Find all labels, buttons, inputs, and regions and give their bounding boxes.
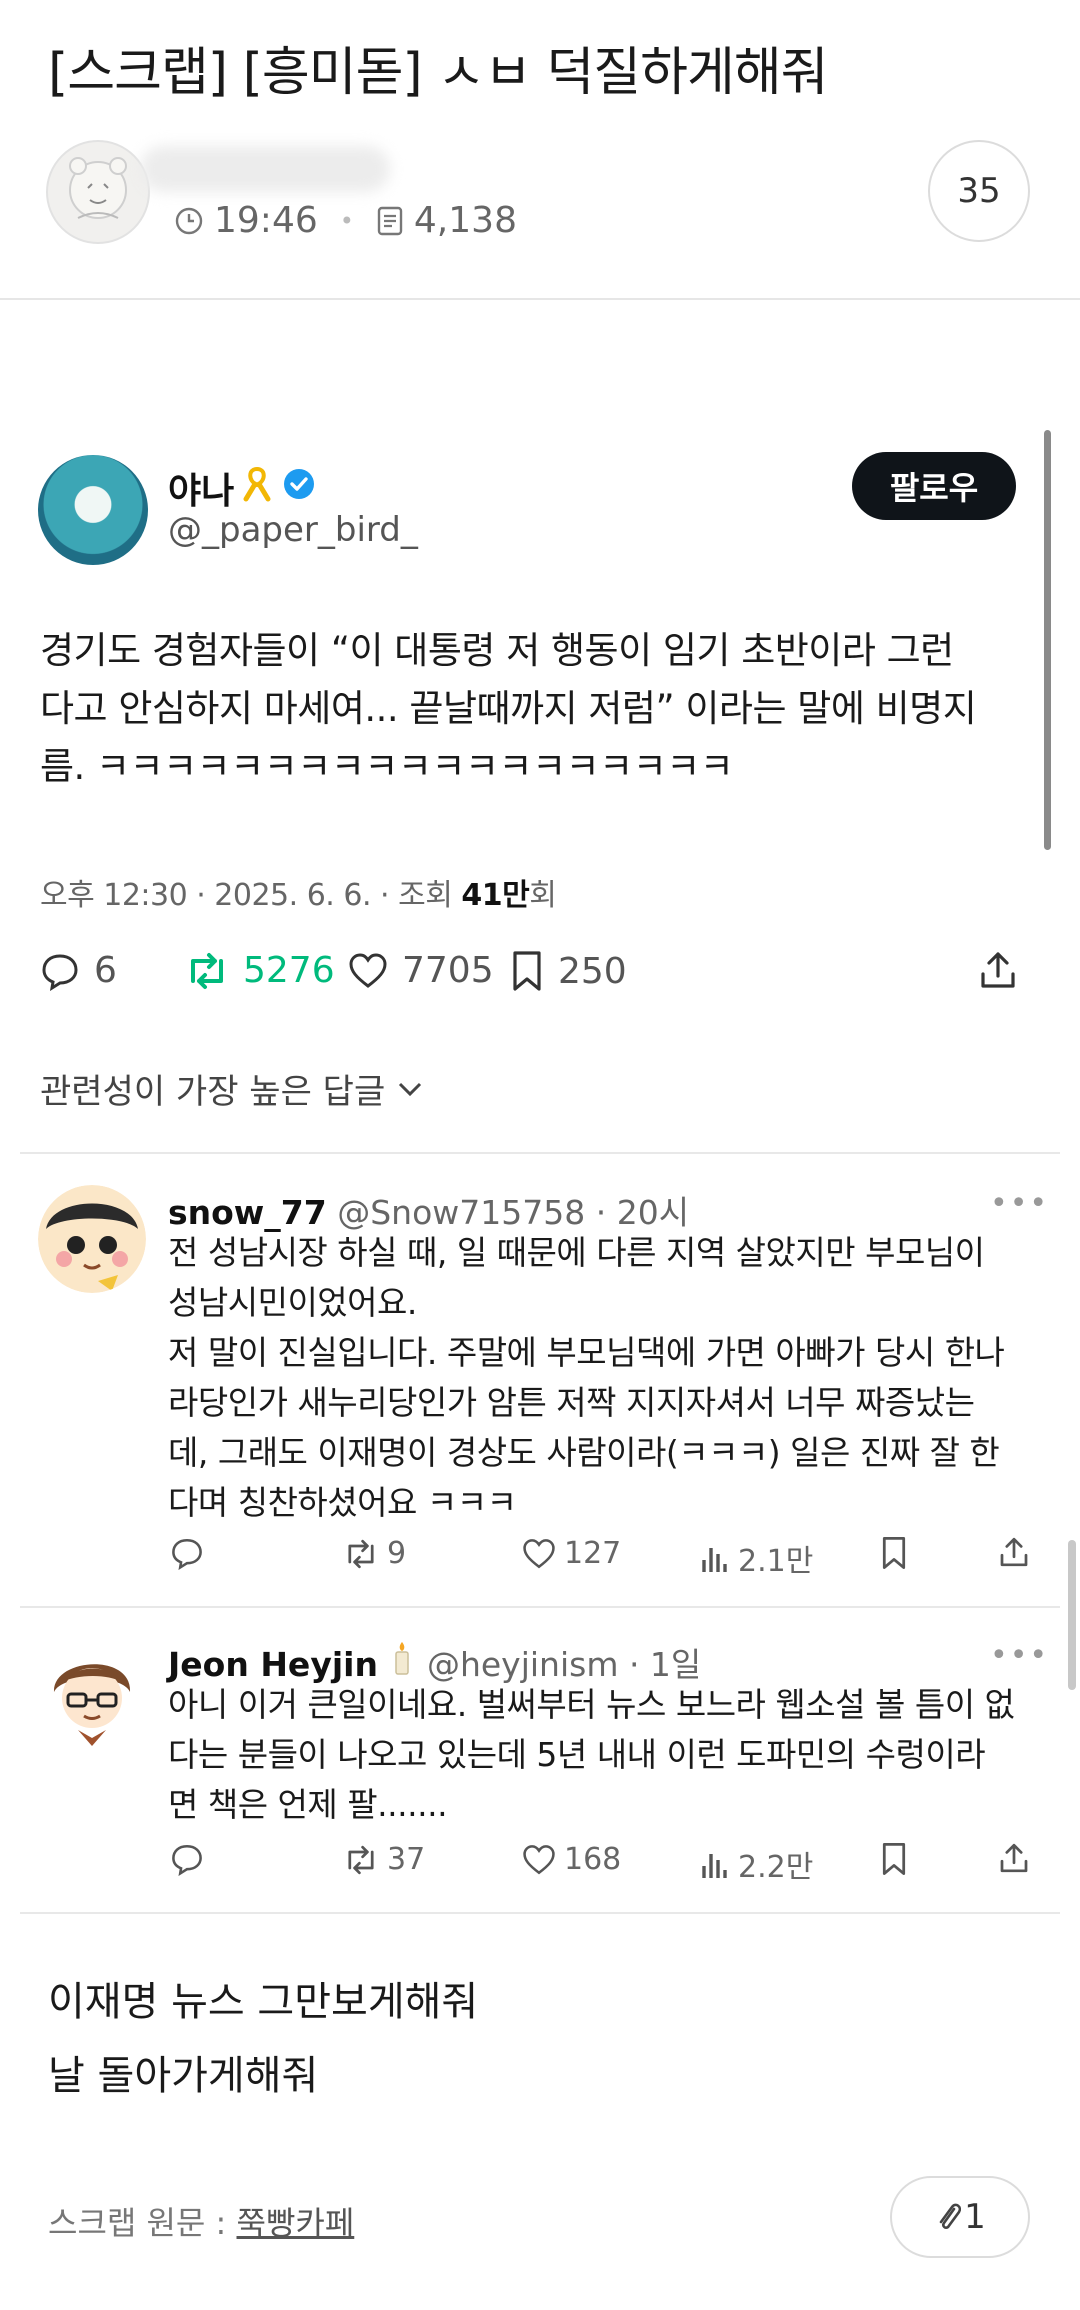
tweet-timestamp: 오후 12:30 · 2025. 6. 6. · 조회: [40, 878, 462, 913]
views-button[interactable]: 2.2만: [700, 1842, 813, 1886]
share-button[interactable]: [998, 1536, 1038, 1568]
share-icon: [981, 952, 1015, 988]
reply-icon: [42, 953, 78, 991]
reply-author-handle[interactable]: @heyjinism · 1일: [427, 1645, 701, 1684]
bookmark-icon: [882, 1843, 906, 1875]
like-button[interactable]: 168: [522, 1842, 621, 1877]
reply-actions: 37 168 2.2만: [168, 1842, 1048, 1886]
heart-icon: [523, 1538, 555, 1568]
heart-icon: [349, 952, 387, 988]
retweet-icon: [191, 952, 223, 989]
embed-scrollbar[interactable]: [1044, 430, 1051, 850]
share-icon: [1000, 1537, 1028, 1567]
tweet-body-line: 다고 안심하지 마세여... 끝날때까지 저럼” 이라는 말에 비명지: [40, 687, 977, 730]
bookmark-icon: [882, 1537, 906, 1569]
retweet-button[interactable]: 9: [343, 1536, 406, 1571]
sort-label: 관련성이 가장 높은 답글: [40, 1072, 386, 1112]
reply-avatar[interactable]: [38, 1638, 146, 1746]
divider: [20, 1912, 1060, 1914]
post-meta: 19:46 • 4,138: [174, 200, 517, 241]
tweet-author-name-text: 야나: [168, 471, 235, 512]
glasses-avatar-icon: [38, 1638, 146, 1746]
bookmark-icon: [513, 951, 541, 991]
reply-actions: 9 127 2.1만: [168, 1536, 1048, 1580]
reply-button[interactable]: [170, 1536, 212, 1570]
reply-avatar[interactable]: [38, 1185, 146, 1293]
sort-dropdown[interactable]: 관련성이 가장 높은 답글: [40, 1064, 427, 1113]
tweet-actions: 6 5276 7705 250: [40, 950, 1040, 1010]
reply-icon: [172, 1538, 202, 1570]
reply-author-name[interactable]: Jeon Heyjin: [168, 1645, 378, 1684]
tweet-view-count: 41만: [461, 878, 530, 913]
reply-header: Jeon Heyjin @heyjinism · 1일: [168, 1638, 701, 1686]
source-link[interactable]: 쭉빵카페: [237, 2204, 355, 2242]
candle-emoji-icon: [388, 1642, 416, 1684]
attachment-button[interactable]: 1: [890, 2176, 1030, 2258]
paperclip-icon: [939, 2203, 962, 2229]
bookmark-button[interactable]: [880, 1842, 916, 1876]
bar-chart-icon: [702, 1548, 727, 1572]
bookmark-button[interactable]: [880, 1536, 916, 1570]
reply-author-handle[interactable]: @Snow715758 · 20시: [337, 1193, 689, 1232]
yellow-ribbon-icon: [242, 465, 272, 512]
tweet-meta: 오후 12:30 · 2025. 6. 6. · 조회 41만회: [40, 878, 557, 913]
share-button[interactable]: [978, 950, 1032, 990]
post-title: [스크랩] [흥미돋] ㅅㅂ 덕질하게해줘: [48, 43, 828, 103]
clock-icon: [174, 206, 204, 236]
retweet-icon: [348, 1845, 374, 1874]
chevron-down-icon: [399, 1082, 422, 1096]
bar-chart-icon: [702, 1854, 727, 1878]
divider: [20, 1152, 1060, 1154]
like-button[interactable]: 7705: [348, 950, 494, 991]
attachment-count: 1: [964, 2197, 986, 2237]
scrap-source: 스크랩 원문 : 쭉빵카페: [48, 2198, 354, 2244]
bookmark-button[interactable]: 250: [510, 950, 627, 992]
reply-button[interactable]: 6: [40, 950, 117, 991]
heart-icon: [523, 1844, 555, 1874]
post-closing-text: 이재명 뉴스 그만보게해줘 날 돌아가게해줘: [48, 1979, 479, 2099]
follow-button[interactable]: 팔로우: [852, 452, 1016, 520]
retweet-button[interactable]: 5276: [185, 950, 335, 991]
post-time: 19:46: [214, 200, 318, 241]
tweet-author-handle[interactable]: @_paper_bird_: [168, 510, 418, 550]
bear-avatar-icon: [69, 157, 127, 219]
page: [스크랩] [흥미돋] ㅅㅂ 덕질하게해줘 19:46 • 4,138 35 야…: [0, 0, 1080, 2310]
post-views: 4,138: [413, 200, 517, 241]
tweet-author-name[interactable]: 야나: [168, 462, 316, 514]
share-button[interactable]: [998, 1842, 1038, 1874]
tweet-author-avatar[interactable]: [38, 455, 148, 565]
header-divider: [0, 298, 1080, 300]
reply-author-name[interactable]: snow_77: [168, 1193, 327, 1232]
tweet-body: 경기도 경험자들이 “이 대통령 저 행동이 임기 초반이라 그런 다고 안심하…: [40, 622, 1030, 796]
cartoon-face-avatar-icon: [38, 1185, 146, 1293]
author-avatar[interactable]: [46, 140, 150, 244]
divider: [20, 1606, 1060, 1608]
more-options-icon[interactable]: •••: [990, 1638, 1049, 1673]
tweet-body-line: 경기도 경험자들이 “이 대통령 저 행동이 임기 초반이라 그런: [40, 629, 954, 672]
reply-text: 아니 이거 큰일이네요. 벌써부터 뉴스 보느라 웹소설 볼 틈이 없 다는 분…: [168, 1685, 1015, 1824]
verified-badge-icon: [282, 467, 316, 510]
reply-header: snow_77 @Snow715758 · 20시: [168, 1186, 689, 1234]
comment-count-button[interactable]: 35: [928, 140, 1030, 242]
like-button[interactable]: 127: [522, 1536, 621, 1571]
author-name-blurred: [140, 146, 390, 192]
retweet-button[interactable]: 37: [343, 1842, 425, 1877]
reply-icon: [172, 1844, 202, 1876]
views-button[interactable]: 2.1만: [700, 1536, 813, 1580]
retweet-icon: [348, 1539, 374, 1568]
reply-button[interactable]: [170, 1842, 212, 1876]
tweet-body-line: 름. ㅋㅋㅋㅋㅋㅋㅋㅋㅋㅋㅋㅋㅋㅋㅋㅋㅋㅋㅋ: [40, 745, 734, 788]
document-icon: [376, 206, 404, 236]
share-icon: [1000, 1843, 1028, 1873]
reply-text: 전 성남시장 하실 때, 일 때문에 다른 지역 살았지만 부모님이 성남시민이…: [168, 1233, 1005, 1522]
more-options-icon[interactable]: •••: [990, 1186, 1049, 1221]
page-scrollbar[interactable]: [1068, 1540, 1076, 1690]
source-label: 스크랩 원문 :: [48, 2204, 237, 2242]
